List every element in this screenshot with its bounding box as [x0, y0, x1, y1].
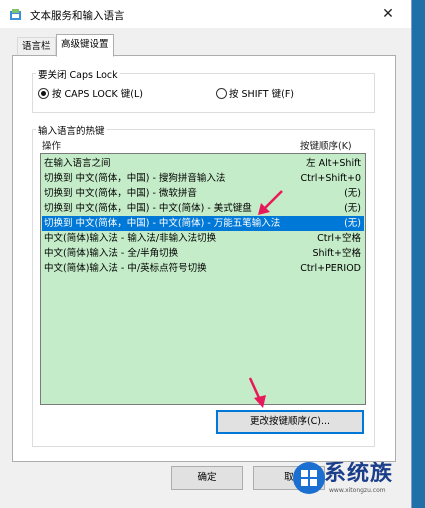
- hotkey-action: 在输入语言之间: [44, 158, 111, 169]
- hotkey-action: 切换到 中文(简体，中国) - 微软拼音: [44, 188, 197, 199]
- tab-advanced-key-settings[interactable]: 高级键设置: [56, 34, 114, 57]
- close-button[interactable]: ✕: [372, 2, 404, 26]
- title-bar[interactable]: 文本服务和输入语言 ✕: [0, 0, 411, 28]
- hotkey-action: 中文(简体)输入法 - 输入法/非输入法切换: [44, 233, 217, 244]
- tab-label: 高级键设置: [61, 39, 109, 50]
- hotkey-keys: 左 Alt+Shift: [306, 158, 361, 169]
- tab-language-bar[interactable]: 语言栏: [17, 37, 56, 56]
- hotkey-action: 中文(简体)输入法 - 全/半角切换: [44, 248, 179, 259]
- hotkeys-group-label: 输入语言的热键: [36, 123, 107, 137]
- shift-key-radio-label[interactable]: 按 SHIFT 键(F): [229, 86, 294, 100]
- tab-label: 语言栏: [22, 41, 51, 52]
- hotkey-keys: (无): [344, 188, 361, 199]
- hotkey-row[interactable]: 在输入语言之间 左 Alt+Shift: [42, 156, 364, 171]
- watermark-url: www.xitongzu.com: [329, 487, 386, 494]
- hotkey-keys: (无): [344, 218, 361, 229]
- hotkey-action: 切换到 中文(简体，中国) - 搜狗拼音输入法: [44, 173, 226, 184]
- hotkey-list[interactable]: 在输入语言之间 左 Alt+Shift 切换到 中文(简体，中国) - 搜狗拼音…: [40, 153, 366, 405]
- caps-lock-key-radio-label[interactable]: 按 CAPS LOCK 键(L): [52, 86, 143, 100]
- hotkey-row[interactable]: 切换到 中文(简体，中国) - 微软拼音 (无): [42, 186, 364, 201]
- annotation-arrow-icon: [248, 377, 266, 408]
- hotkey-row[interactable]: 切换到 中文(简体，中国) - 中文(简体) - 美式键盘 (无): [42, 201, 364, 216]
- hotkey-keys: Ctrl+PERIOD: [300, 263, 361, 274]
- hotkey-action: 中文(简体)输入法 - 中/英标点符号切换: [44, 263, 207, 274]
- hotkey-row[interactable]: 切换到 中文(简体，中国) - 搜狗拼音输入法 Ctrl+Shift+0: [42, 171, 364, 186]
- hotkey-row-selected[interactable]: 切换到 中文(简体，中国) - 中文(简体) - 万能五笔输入法 (无): [42, 216, 364, 231]
- hotkey-row[interactable]: 中文(简体)输入法 - 输入法/非输入法切换 Ctrl+空格: [42, 231, 364, 246]
- caps-lock-group-label: 要关闭 Caps Lock: [36, 67, 120, 81]
- column-header-action: 操作: [42, 141, 62, 152]
- hotkey-keys: Shift+空格: [312, 248, 361, 259]
- change-key-sequence-button[interactable]: 更改按键顺序(C)...: [216, 410, 364, 434]
- dialog-window: 文本服务和输入语言 ✕ 语言栏 高级键设置 要关闭 Caps Lock 按 CA…: [0, 0, 412, 508]
- hotkey-keys: (无): [344, 203, 361, 214]
- caps-lock-key-radio[interactable]: [38, 88, 49, 99]
- hotkey-keys: Ctrl+Shift+0: [300, 173, 361, 184]
- shift-key-radio[interactable]: [216, 88, 227, 99]
- desktop-background: [412, 0, 425, 508]
- ok-button[interactable]: 确定: [171, 466, 243, 490]
- annotation-arrow-icon: [258, 190, 283, 215]
- close-icon: ✕: [382, 6, 394, 22]
- hotkey-action: 切换到 中文(简体，中国) - 中文(简体) - 美式键盘: [44, 203, 252, 214]
- hotkey-keys: Ctrl+空格: [317, 233, 361, 244]
- window-title: 文本服务和输入语言: [30, 10, 125, 22]
- hotkey-action: 切换到 中文(简体，中国) - 中文(简体) - 万能五笔输入法: [44, 218, 281, 229]
- hotkey-row[interactable]: 中文(简体)输入法 - 全/半角切换 Shift+空格: [42, 246, 364, 261]
- hotkey-row[interactable]: 中文(简体)输入法 - 中/英标点符号切换 Ctrl+PERIOD: [42, 261, 364, 276]
- app-icon: [10, 9, 21, 20]
- column-header-key-sequence: 按键顺序(K): [300, 141, 352, 152]
